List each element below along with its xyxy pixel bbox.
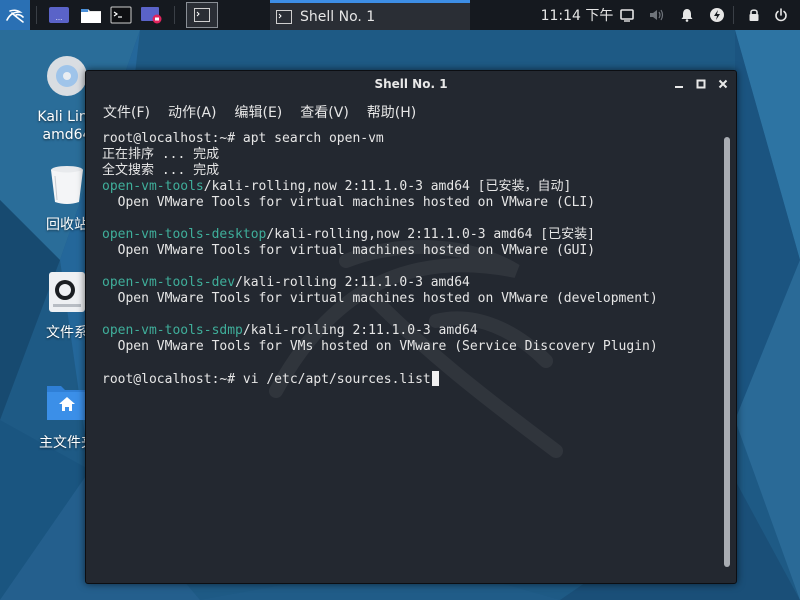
window-controls [672,71,730,97]
package-info: /kali-rolling 2:11.1.0-3 amd64 [242,323,478,338]
package-info: /kali-rolling 2:11.1.0-3 amd64 [235,275,470,290]
terminal-line: Open VMware Tools for virtual machines h… [102,291,658,306]
workspace-button[interactable]: ... [48,4,70,26]
terminal-line: open-vm-tools-desktop/kali-rolling,now 2… [102,227,720,243]
file-manager-button[interactable] [80,4,102,26]
terminal-line: Open VMware Tools for virtual machines h… [102,195,596,210]
taskbar-window-shell[interactable]: Shell No. 1 [270,0,470,30]
maximize-icon [696,79,706,89]
home-folder-icon [47,386,87,420]
menubar: 文件(F) 动作(A) 编辑(E) 查看(V) 帮助(H) [86,97,736,127]
scrollbar-thumb[interactable] [724,137,730,567]
display-button[interactable] [616,0,638,30]
terminal-icon [110,6,132,24]
terminal-prompt-line[interactable]: root@localhost:~# vi /etc/apt/sources.li… [102,371,720,387]
kali-dragon-icon [6,9,24,23]
panel-separator [733,6,734,24]
window-title: Shell No. 1 [374,77,448,91]
terminal-line: open-vm-tools-dev/kali-rolling 2:11.1.0-… [102,275,720,291]
hard-drive-icon [49,272,85,312]
terminal-output[interactable]: root@localhost:~# apt search open-vm 正在排… [86,127,736,567]
window-titlebar[interactable]: Shell No. 1 [86,71,736,97]
terminal-line: root@localhost:~# apt search open-vm [102,131,384,146]
terminal-line: Open VMware Tools for VMs hosted on VMwa… [102,339,658,354]
workspace-icon: ... [49,7,69,23]
menu-help[interactable]: 帮助(H) [367,102,416,122]
menu-edit[interactable]: 编辑(E) [235,102,283,122]
menu-file[interactable]: 文件(F) [103,102,150,122]
display-icon [620,9,634,22]
maximize-button[interactable] [694,77,708,91]
package-name: open-vm-tools-desktop [102,227,267,242]
notifications-icon [681,9,693,22]
menu-action[interactable]: 动作(A) [168,102,217,122]
minimize-button[interactable] [672,77,686,91]
clock[interactable]: 11:14 下午 [540,0,614,30]
package-info: /kali-rolling,now 2:11.1.0-3 amd64 [已安装，… [203,179,572,194]
power-button[interactable] [770,0,792,30]
package-name: open-vm-tools-sdmp [102,323,243,338]
screen-recorder-icon [141,7,162,24]
minimize-icon [675,86,683,88]
panel-separator [36,6,37,24]
volume-button[interactable] [646,0,668,30]
terminal-icon [194,8,210,22]
optical-drive-icon [47,56,87,96]
terminal-line: 全文搜索 ... 完成 [102,163,220,178]
panel-separator [174,6,175,24]
terminal-line: open-vm-tools/kali-rolling,now 2:11.1.0-… [102,179,720,195]
menu-view[interactable]: 查看(V) [300,102,349,122]
power-manager-button[interactable] [706,0,728,30]
package-name: open-vm-tools [102,179,204,194]
package-info: /kali-rolling,now 2:11.1.0-3 amd64 [已安装] [266,227,595,242]
screen-recorder-button[interactable] [140,4,162,26]
terminal-prompt: root@localhost:~# vi /etc/apt/sources.li… [102,372,431,387]
file-manager-icon [81,9,101,23]
close-icon [718,79,728,89]
top-panel: ... Shell No. 1 11:14 下午 [0,0,800,30]
terminal-line: 正在排序 ... 完成 [102,147,220,162]
show-desktop-button[interactable] [186,2,218,28]
kali-menu-button[interactable] [0,0,30,30]
package-name: open-vm-tools-dev [102,275,236,290]
notifications-button[interactable] [676,0,698,30]
terminal-launcher-button[interactable] [110,4,132,26]
svg-text:...: ... [56,14,63,22]
terminal-scrollbar[interactable] [724,137,730,577]
power-icon [710,8,724,22]
terminal-line: open-vm-tools-sdmp/kali-rolling 2:11.1.0… [102,323,720,339]
terminal-line: Open VMware Tools for virtual machines h… [102,243,596,258]
power-icon [775,8,787,22]
taskbar-window-label: Shell No. 1 [300,8,376,25]
volume-icon [650,9,664,21]
lock-icon [749,9,759,21]
terminal-window: Shell No. 1 文件(F) 动作(A) 编辑(E) 查看(V) 帮助(H… [85,70,737,584]
trash-icon [51,166,83,204]
text-cursor [431,371,439,386]
close-button[interactable] [716,77,730,91]
terminal-icon [276,9,292,24]
lock-screen-button[interactable] [743,0,765,30]
